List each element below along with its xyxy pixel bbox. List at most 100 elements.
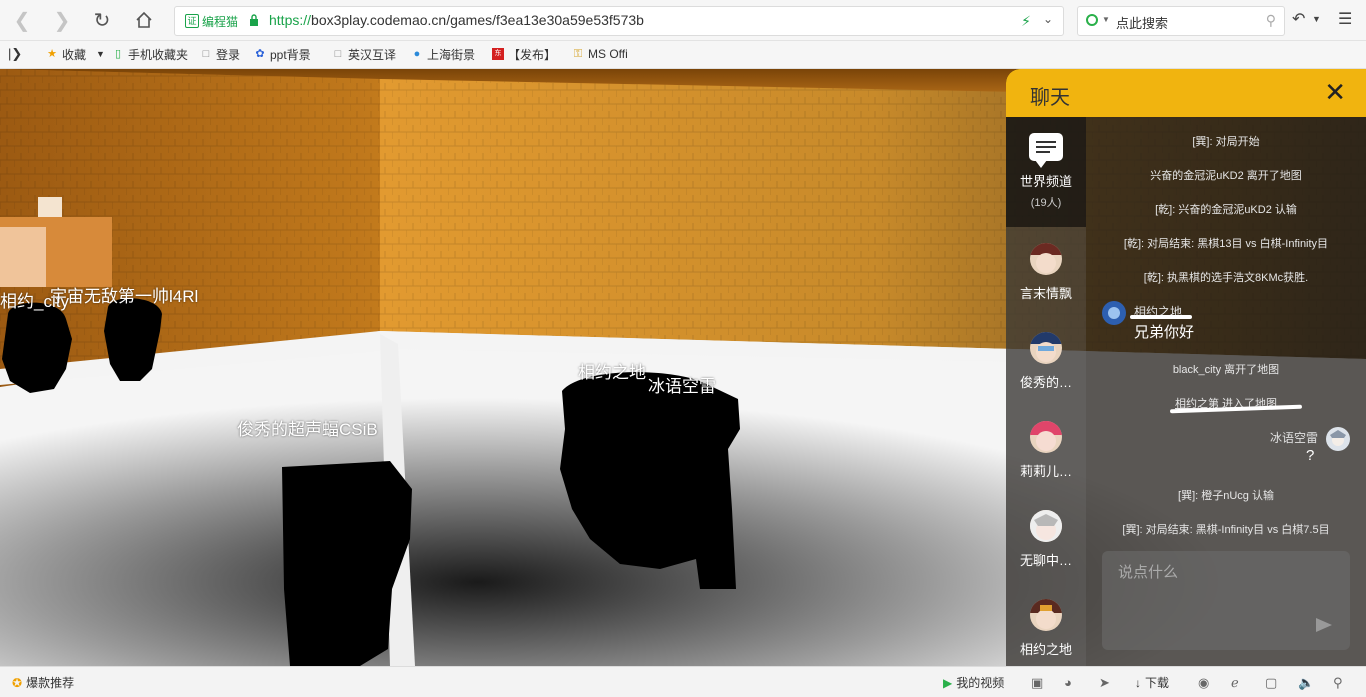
star-badge-icon: ✪ xyxy=(12,675,23,690)
hot-recommend-button[interactable]: ✪ 爆款推荐 xyxy=(12,674,74,691)
search-icon[interactable]: ⚲ xyxy=(1266,12,1276,29)
image-icon[interactable]: ▣ xyxy=(1031,675,1043,691)
sidebar-toggle-icon[interactable]: |❯ xyxy=(8,46,22,62)
member-item[interactable]: 俊秀的… xyxy=(1006,322,1086,410)
system-message: [乾]: 执黑棋的选手浩文8KMc获胜. xyxy=(1143,272,1309,284)
message-text: ? xyxy=(1306,447,1315,464)
member-name: 莉莉儿… xyxy=(1019,464,1072,479)
download-icon: ↓ xyxy=(1135,675,1141,690)
bookmark-label: 上海街景 xyxy=(427,47,476,62)
undo-dropdown-icon[interactable]: ▼ xyxy=(1312,14,1321,24)
member-item[interactable]: 相约之地 xyxy=(1006,589,1086,666)
channel-list: 世界频道 (19人) 言末情飘 俊秀的… 莉莉儿… 无聊中… 相约之地 xyxy=(1006,117,1086,666)
search-engine-icon[interactable] xyxy=(1086,14,1098,26)
message-list: [巽]: 对局开始 兴奋的金冠泥uKD2 离开了地图 [乾]: 兴奋的金冠泥uK… xyxy=(1086,117,1366,547)
browser-toolbar: ❮ ❯ ↻ 证 编程猫 https://box3play.codemao.cn/… xyxy=(0,0,1366,41)
world-channel-label: 世界频道 xyxy=(1019,174,1072,189)
system-message: [巽]: 橙子nUcg 认输 xyxy=(1178,490,1274,502)
system-message: [乾]: 兴奋的金冠泥uKD2 认输 xyxy=(1155,204,1297,216)
chevron-down-icon[interactable]: ⌄ xyxy=(1043,12,1053,26)
download-label: 下载 xyxy=(1145,676,1170,690)
member-item[interactable]: 莉莉儿… xyxy=(1006,411,1086,499)
user-avatar[interactable] xyxy=(1326,427,1350,451)
rocket-icon[interactable]: ➤ xyxy=(1099,675,1110,691)
search-box[interactable]: ▼ 点此搜索 ⚲ xyxy=(1077,6,1285,36)
lightning-icon[interactable]: ⚡ xyxy=(1021,13,1031,30)
player-label: 冰语空雷 xyxy=(648,377,716,396)
back-arrow-icon[interactable]: ❮ xyxy=(10,8,34,32)
system-message: [巽]: 对局开始 xyxy=(1192,136,1260,148)
undo-icon[interactable]: ↶ xyxy=(1292,9,1305,29)
site-tag: 证 编程猫 xyxy=(185,13,238,29)
caret-down-icon[interactable]: ▼ xyxy=(1102,15,1110,24)
bookmark-label: MS Offi xyxy=(588,47,628,61)
speed-icon[interactable]: ◕ xyxy=(1064,675,1072,690)
bookmark-publish[interactable]: 东【发布】 xyxy=(492,46,556,62)
ie-icon[interactable]: ℯ xyxy=(1231,675,1239,691)
bookmark-ppt[interactable]: ✿ ppt背景 xyxy=(254,46,311,62)
browser-status-bar: ✪ 爆款推荐 ▶ 我的视频 ▣ ◕ ➤ ↓ 下载 ◉ ℯ ▢ 🔈 ⚲ xyxy=(0,666,1366,697)
system-message: black_city 离开了地图 xyxy=(1172,364,1280,376)
caret-down-icon[interactable]: ▼ xyxy=(96,49,105,59)
incognito-icon[interactable]: ◉ xyxy=(1198,675,1209,691)
menu-icon[interactable]: ☰ xyxy=(1338,9,1352,29)
page-icon: □ xyxy=(334,48,342,60)
address-bar[interactable]: 证 编程猫 https://box3play.codemao.cn/games/… xyxy=(174,6,1064,36)
bookmark-translate[interactable]: □ 英汉互译 xyxy=(332,46,396,62)
member-name: 无聊中… xyxy=(1019,553,1072,568)
news-logo-icon: 东 xyxy=(492,48,504,60)
bookmark-label: 收藏 xyxy=(62,47,87,62)
page-icon: □ xyxy=(202,48,210,60)
forward-arrow-icon[interactable]: ❯ xyxy=(50,8,74,32)
chat-panel: 聊天 ✕ 世界频道 (19人) 言末情飘 俊秀的… 莉莉儿… 无聊中… 相约之地… xyxy=(1006,69,1366,666)
avatar xyxy=(1030,421,1062,453)
send-icon[interactable] xyxy=(1316,618,1332,632)
world-channel-tab[interactable]: 世界频道 (19人) xyxy=(1006,117,1086,227)
avatar xyxy=(1030,243,1062,275)
download-button[interactable]: ↓ 下载 xyxy=(1135,674,1169,691)
message-text: 兄弟你好 xyxy=(1134,324,1195,341)
hot-recommend-label: 爆款推荐 xyxy=(26,676,75,690)
bookmark-favorites[interactable]: ★ 收藏 ▼ xyxy=(46,46,105,62)
player-label: 宇宙无敌第一帅l4Rl xyxy=(50,287,199,306)
player-label: 俊秀的超声蝠CSiB xyxy=(237,420,378,439)
search-placeholder: 点此搜索 xyxy=(1116,16,1169,31)
my-video-button[interactable]: ▶ 我的视频 xyxy=(943,674,1004,691)
scribble-mark xyxy=(1130,315,1192,319)
member-name: 言末情飘 xyxy=(1019,286,1072,301)
star-icon: ★ xyxy=(47,48,57,60)
close-icon[interactable]: ✕ xyxy=(1324,78,1346,106)
bookmark-streetview[interactable]: ● 上海街景 xyxy=(411,46,475,62)
volume-icon[interactable]: 🔈 xyxy=(1298,675,1314,691)
site-tag-label: 编程猫 xyxy=(202,14,239,29)
globe-icon: ● xyxy=(413,48,421,60)
video-icon: ▶ xyxy=(943,675,953,690)
system-message: 兴奋的金冠泥uKD2 离开了地图 xyxy=(1150,170,1302,182)
paw-icon: ✿ xyxy=(255,48,265,60)
chat-message-input[interactable] xyxy=(1102,551,1350,650)
bookmark-login[interactable]: □ 登录 xyxy=(200,46,240,62)
home-icon[interactable] xyxy=(132,8,156,32)
reload-icon[interactable]: ↻ xyxy=(90,8,114,32)
system-message: [巽]: 对局结束: 黑棋-Infinity目 vs 白棋7.5目 xyxy=(1122,524,1330,536)
certificate-icon: 证 xyxy=(185,14,199,28)
my-video-label: 我的视频 xyxy=(956,676,1005,690)
member-item[interactable]: 言末情飘 xyxy=(1006,233,1086,321)
bookmark-label: 手机收藏夹 xyxy=(128,47,189,62)
search-icon[interactable]: ⚲ xyxy=(1333,675,1343,691)
chat-title: 聊天 xyxy=(1030,87,1070,109)
bookmark-label: ppt背景 xyxy=(270,47,311,62)
url-text[interactable]: https://box3play.codemao.cn/games/f3ea13… xyxy=(269,12,644,28)
key-icon: ⚿ xyxy=(573,48,583,60)
window-icon[interactable]: ▢ xyxy=(1265,675,1277,691)
bookmark-mobile[interactable]: ▯ 手机收藏夹 xyxy=(112,46,188,62)
lock-icon xyxy=(250,14,258,26)
member-item[interactable]: 无聊中… xyxy=(1006,500,1086,588)
bookmark-label: 登录 xyxy=(216,47,241,62)
bookmarks-bar: |❯ ★ 收藏 ▼ ▯ 手机收藏夹 □ 登录 ✿ ppt背景 □ 英汉互译 ● 上海街景 东【… xyxy=(0,41,1366,69)
player-label: 相约之地 xyxy=(578,363,646,382)
message-author: 冰语空雷 xyxy=(1270,431,1319,445)
user-avatar[interactable] xyxy=(1102,301,1126,325)
bookmark-office[interactable]: ⚿ MS Offi xyxy=(572,46,628,62)
member-name: 相约之地 xyxy=(1019,642,1072,657)
